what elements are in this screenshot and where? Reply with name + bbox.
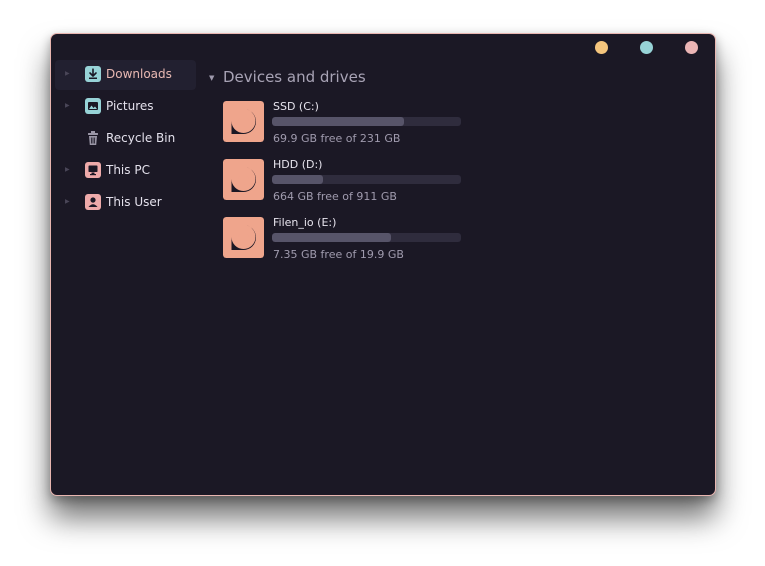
drive-name: SSD (C:): [273, 100, 319, 113]
drive-name: Filen_io (E:): [273, 216, 337, 229]
chevron-right-icon[interactable]: ▶: [65, 102, 70, 109]
sidebar-item-this-user[interactable]: ▶ This User: [55, 188, 196, 218]
chevron-down-icon[interactable]: ▼: [209, 74, 214, 82]
drive-item-e[interactable]: Filen_io (E:) 7.35 GB free of 19.9 GB: [223, 216, 473, 267]
sidebar-item-label: Recycle Bin: [106, 131, 176, 145]
sidebar-item-pictures[interactable]: ▶ Pictures: [55, 92, 196, 122]
chevron-right-icon[interactable]: ▶: [65, 198, 70, 205]
drive-item-d[interactable]: HDD (D:) 664 GB free of 911 GB: [223, 158, 473, 209]
chevron-right-icon[interactable]: ▶: [65, 70, 70, 77]
pictures-icon: [85, 98, 101, 114]
section-title: Devices and drives: [223, 68, 366, 86]
sidebar-item-label: Pictures: [106, 99, 154, 113]
drive-free-space: 664 GB free of 911 GB: [273, 190, 397, 203]
drive-name: HDD (D:): [273, 158, 323, 171]
drive-icon: [223, 159, 264, 200]
sidebar-item-this-pc[interactable]: ▶ This PC: [55, 156, 196, 186]
drive-usage-bar: [272, 233, 461, 242]
drive-icon: [223, 217, 264, 258]
recycle-bin-icon: [88, 131, 98, 145]
file-explorer-window: ▶ Downloads ▶ Pictures Recycle Bin ▶ Thi…: [50, 33, 716, 496]
drive-usage-fill: [272, 233, 392, 242]
close-button[interactable]: [685, 41, 698, 54]
sidebar-item-recycle-bin[interactable]: Recycle Bin: [55, 124, 196, 154]
drive-usage-bar: [272, 175, 461, 184]
sidebar-item-label: This User: [106, 195, 162, 209]
drive-item-c[interactable]: SSD (C:) 69.9 GB free of 231 GB: [223, 100, 473, 151]
sidebar-item-label: Downloads: [106, 67, 172, 81]
this-pc-icon: [85, 162, 101, 178]
drive-free-space: 69.9 GB free of 231 GB: [273, 132, 401, 145]
drive-icon: [223, 101, 264, 142]
drive-usage-bar: [272, 117, 461, 126]
this-user-icon: [85, 194, 101, 210]
drive-usage-fill: [272, 175, 324, 184]
sidebar-item-label: This PC: [106, 163, 150, 177]
maximize-button[interactable]: [640, 41, 653, 54]
sidebar-item-downloads[interactable]: ▶ Downloads: [55, 60, 196, 90]
minimize-button[interactable]: [595, 41, 608, 54]
chevron-right-icon[interactable]: ▶: [65, 166, 70, 173]
drive-free-space: 7.35 GB free of 19.9 GB: [273, 248, 404, 261]
downloads-icon: [85, 66, 101, 82]
drive-usage-fill: [272, 117, 405, 126]
